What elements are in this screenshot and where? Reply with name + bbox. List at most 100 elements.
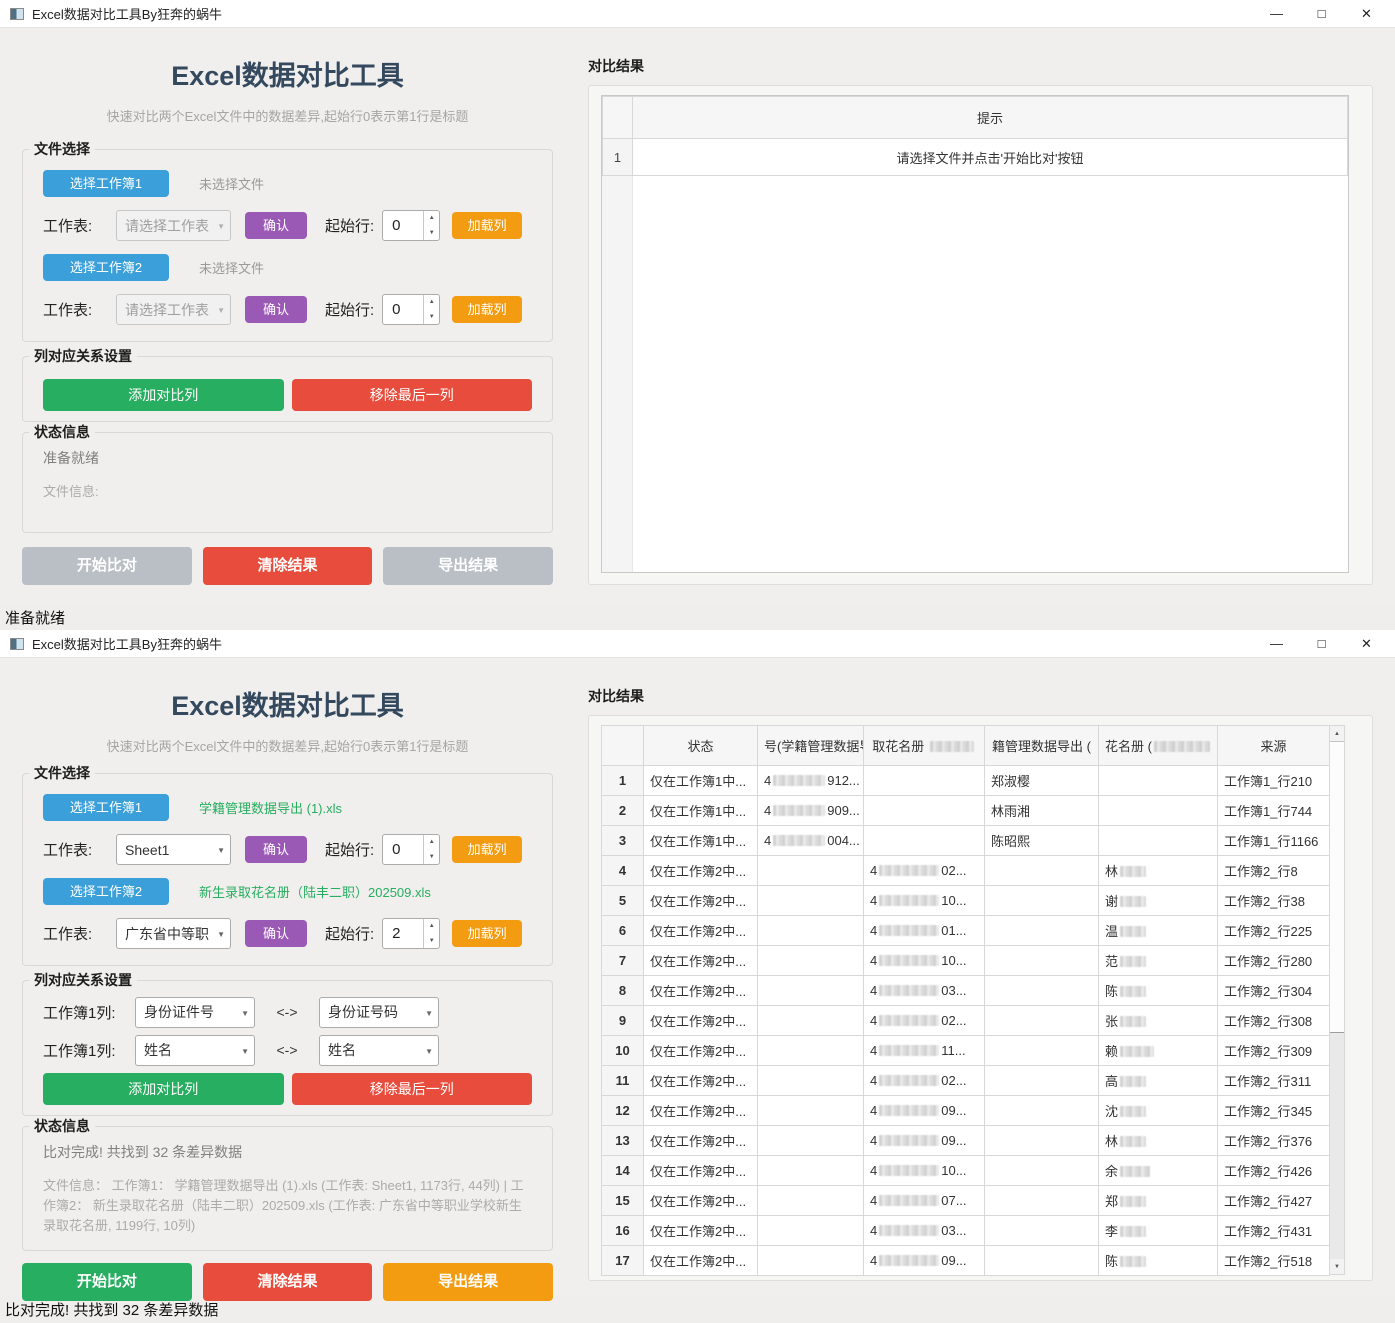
scrollbar-track[interactable] [1330, 1033, 1344, 1259]
mapping1-right-select[interactable]: 身份证号码 ▼ [319, 997, 439, 1028]
worksheet-label: 工作表: [43, 215, 116, 236]
redacted-text [879, 1105, 939, 1116]
workbook2-filename: 新生录取花名册（陆丰二职）202509.xls [199, 882, 431, 901]
load-columns1-button[interactable]: 加载列 [452, 836, 522, 863]
load-columns1-button[interactable]: 加载列 [452, 212, 522, 239]
remove-last-column-button[interactable]: 移除最后一列 [292, 379, 533, 411]
scroll-down-icon[interactable]: ▼ [1330, 1259, 1344, 1274]
results-table: 提示 1 请选择文件并点击'开始比对'按钮 [601, 95, 1349, 573]
start-row-label: 起始行: [325, 839, 374, 860]
redacted-text [773, 835, 825, 846]
clear-results-button[interactable]: 清除结果 [203, 1263, 373, 1301]
scroll-up-icon[interactable]: ▲ [1330, 726, 1344, 741]
select-workbook1-button[interactable]: 选择工作簿1 [43, 170, 169, 197]
result-row[interactable]: 11仅在工作簿2中...402...高工作簿2_行311 [602, 1066, 1330, 1096]
results-scrollbar[interactable]: ▲ ▼ [1330, 725, 1345, 1275]
stepper-up-icon[interactable]: ▲ [424, 211, 439, 226]
stepper-up-icon[interactable]: ▲ [424, 835, 439, 850]
maximize-button[interactable]: □ [1299, 631, 1344, 657]
results-column-header[interactable]: 籍管理数据导出 ( [985, 726, 1099, 766]
remove-last-column-button[interactable]: 移除最后一列 [292, 1073, 533, 1105]
results-panel: 状态号(学籍管理数据导取花名册 籍管理数据导出 (花名册 (来源 1仅在工作簿1… [588, 715, 1373, 1281]
tip-row[interactable]: 1 请选择文件并点击'开始比对'按钮 [603, 139, 1348, 176]
load-columns2-button[interactable]: 加载列 [452, 296, 522, 323]
row-number-header [603, 97, 633, 139]
confirm-sheet2-button[interactable]: 确认 [245, 296, 307, 323]
close-button[interactable]: ✕ [1344, 631, 1389, 657]
start-row1-stepper[interactable]: 0 ▲ ▼ [382, 834, 440, 865]
results-column-header[interactable]: 取花名册 [864, 726, 985, 766]
tip-column-header[interactable]: 提示 [633, 97, 1348, 139]
stepper-down-icon[interactable]: ▼ [424, 310, 439, 325]
redacted-text [1120, 1196, 1146, 1207]
scrollbar-thumb[interactable] [1330, 741, 1344, 1033]
confirm-sheet1-button[interactable]: 确认 [245, 212, 307, 239]
mapping1-left-select[interactable]: 身份证件号 ▼ [135, 997, 255, 1028]
worksheet1-select[interactable]: Sheet1 ▼ [116, 834, 231, 865]
mapping2-left-select[interactable]: 姓名 ▼ [135, 1035, 255, 1066]
worksheet2-select[interactable]: 广东省中等职 ▼ [116, 918, 231, 949]
results-column-header[interactable]: 来源 [1218, 726, 1330, 766]
result-row[interactable]: 5仅在工作簿2中...410...谢工作簿2_行38 [602, 886, 1330, 916]
result-row[interactable]: 17仅在工作簿2中...409...陈工作簿2_行518 [602, 1246, 1330, 1276]
select-workbook1-button[interactable]: 选择工作簿1 [43, 794, 169, 821]
redacted-text [879, 1255, 939, 1266]
worksheet1-select[interactable]: 请选择工作表 ▼ [116, 210, 231, 241]
confirm-sheet2-button[interactable]: 确认 [245, 920, 307, 947]
stepper-down-icon[interactable]: ▼ [424, 934, 439, 949]
confirm-sheet1-button[interactable]: 确认 [245, 836, 307, 863]
results-column-header[interactable]: 花名册 ( [1099, 726, 1218, 766]
minimize-button[interactable]: — [1254, 1, 1299, 27]
result-row[interactable]: 2仅在工作簿1中...4909...林雨湘工作簿1_行744 [602, 796, 1330, 826]
add-compare-column-button[interactable]: 添加对比列 [43, 379, 284, 411]
clear-results-button[interactable]: 清除结果 [203, 547, 373, 585]
results-column-header[interactable]: 号(学籍管理数据导 [758, 726, 864, 766]
file-section-label: 文件选择 [29, 141, 95, 158]
redacted-text [879, 1075, 939, 1086]
result-row[interactable]: 6仅在工作簿2中...401...温工作簿2_行225 [602, 916, 1330, 946]
export-results-button[interactable]: 导出结果 [383, 1263, 553, 1301]
result-row[interactable]: 9仅在工作簿2中...402...张工作簿2_行308 [602, 1006, 1330, 1036]
add-compare-column-button[interactable]: 添加对比列 [43, 1073, 284, 1105]
results-column-header[interactable] [602, 726, 644, 766]
result-row[interactable]: 4仅在工作簿2中...402...林工作簿2_行8 [602, 856, 1330, 886]
redacted-text [1120, 1136, 1146, 1147]
result-row[interactable]: 10仅在工作簿2中...411...赖工作簿2_行309 [602, 1036, 1330, 1066]
worksheet2-select[interactable]: 请选择工作表 ▼ [116, 294, 231, 325]
workbook1-filename: 未选择文件 [199, 174, 264, 193]
start-row2-stepper[interactable]: 2 ▲ ▼ [382, 918, 440, 949]
status-section-label: 状态信息 [29, 424, 95, 441]
stepper-down-icon[interactable]: ▼ [424, 850, 439, 865]
stepper-down-icon[interactable]: ▼ [424, 226, 439, 241]
result-row[interactable]: 8仅在工作簿2中...403...陈工作簿2_行304 [602, 976, 1330, 1006]
load-columns2-button[interactable]: 加载列 [452, 920, 522, 947]
result-row[interactable]: 1仅在工作簿1中...4912...郑淑樱工作簿1_行210 [602, 766, 1330, 796]
minimize-button[interactable]: — [1254, 631, 1299, 657]
stepper-up-icon[interactable]: ▲ [424, 919, 439, 934]
page-subtitle: 快速对比两个Excel文件中的数据差异,起始行0表示第1行是标题 [22, 736, 553, 755]
result-row[interactable]: 14仅在工作簿2中...410...余工作簿2_行426 [602, 1156, 1330, 1186]
select-workbook2-button[interactable]: 选择工作簿2 [43, 254, 169, 281]
mapping2-right-select[interactable]: 姓名 ▼ [319, 1035, 439, 1066]
select-workbook2-button[interactable]: 选择工作簿2 [43, 878, 169, 905]
maximize-button[interactable]: □ [1299, 1, 1344, 27]
start-row2-stepper[interactable]: 0 ▲ ▼ [382, 294, 440, 325]
result-row[interactable]: 3仅在工作簿1中...4004...陈昭熙工作簿1_行1166 [602, 826, 1330, 856]
start-compare-button[interactable]: 开始比对 [22, 1263, 192, 1301]
result-row[interactable]: 13仅在工作簿2中...409...林工作簿2_行376 [602, 1126, 1330, 1156]
result-row[interactable]: 16仅在工作簿2中...403...李工作簿2_行431 [602, 1216, 1330, 1246]
result-row[interactable]: 12仅在工作簿2中...409...沈工作簿2_行345 [602, 1096, 1330, 1126]
redacted-text [773, 775, 825, 786]
app-icon [10, 638, 24, 650]
stepper-up-icon[interactable]: ▲ [424, 295, 439, 310]
mapping-arrow: <-> [255, 1004, 319, 1020]
result-row[interactable]: 15仅在工作簿2中...407...郑工作簿2_行427 [602, 1186, 1330, 1216]
results-column-header[interactable]: 状态 [644, 726, 758, 766]
result-row[interactable]: 7仅在工作簿2中...410...范工作簿2_行280 [602, 946, 1330, 976]
start-compare-button[interactable]: 开始比对 [22, 547, 192, 585]
redacted-text [1154, 741, 1210, 752]
export-results-button[interactable]: 导出结果 [383, 547, 553, 585]
start-row1-stepper[interactable]: 0 ▲ ▼ [382, 210, 440, 241]
redacted-text [1120, 1226, 1146, 1237]
close-button[interactable]: ✕ [1344, 1, 1389, 27]
